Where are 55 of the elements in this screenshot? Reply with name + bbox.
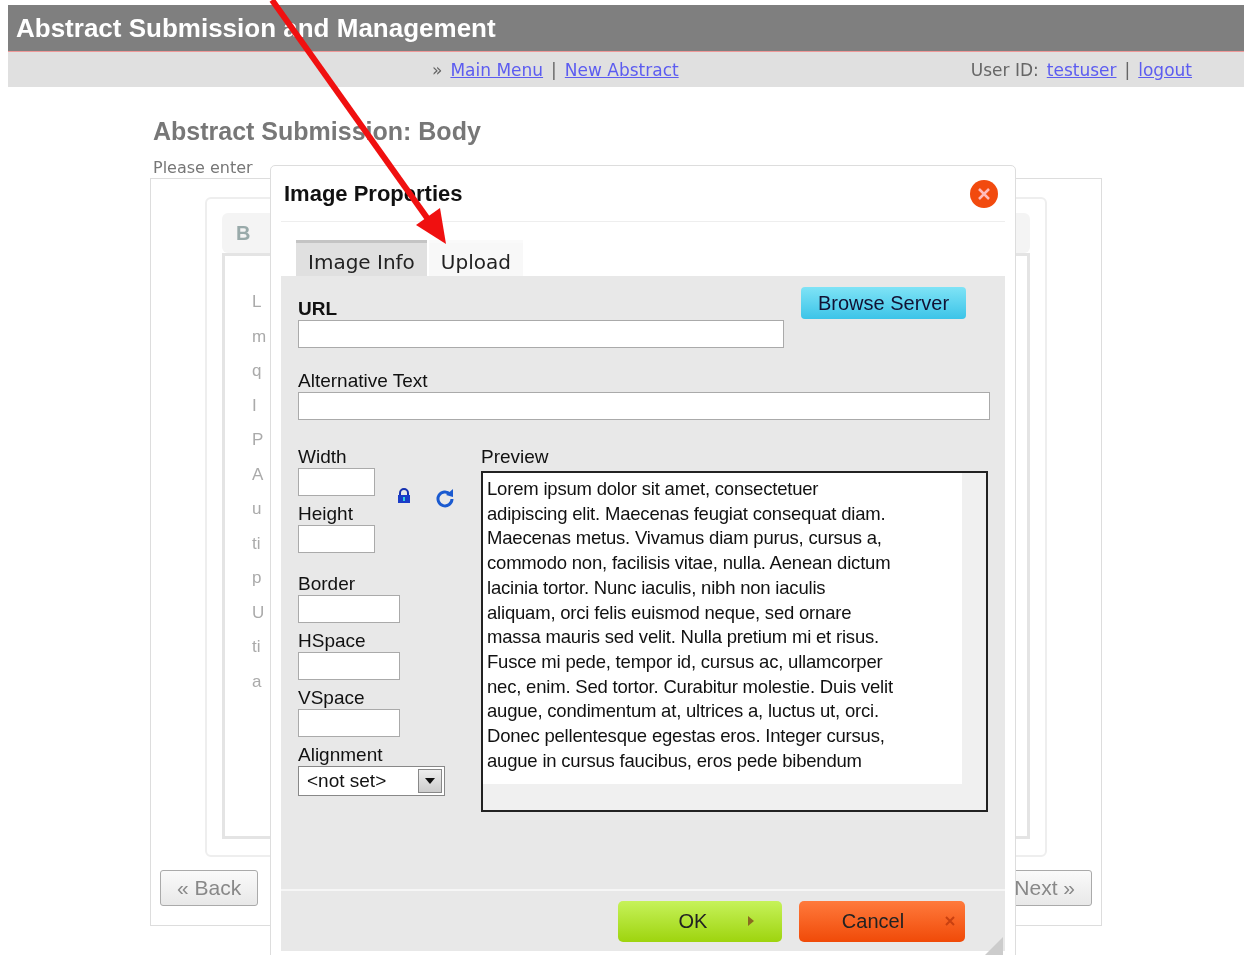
url-field[interactable] [298,320,784,348]
editor-text: ti [252,532,261,555]
horizontal-scrollbar[interactable] [483,784,986,810]
field-label: Alignment [298,744,384,766]
editor-text: ti [252,636,261,658]
bold-button[interactable]: B [236,221,251,245]
alignment-dropdown[interactable]: <not set> [298,766,445,796]
cross-icon [944,915,957,927]
tab[interactable]: Image Info [296,240,427,276]
caret-icon [747,915,756,927]
field-label: Height [298,503,354,525]
number-field[interactable] [298,468,375,496]
preview-text: Lorem ipsum dolor sit amet, consectetuer adipiscing elit. Maecenas feugiat consequat diam. Maecenas metus. Vivamus diam purus, cursus a, commodo non, facilisis vitae, nulla. Aenean dictum lacinia tortor. Nunc iaculis, nibh non iaculis aliquam, orci felis euismod neque, sed ornare massa mauris sed velit. Nulla pretium mi et risus. Fusce mi pede, tempor id, cursus ac, ullamcorper nec, enim. Sed tortor. Curabitur molestie. Duis velit augue, condimentum at, ultrices a, luctus ut, orci. Donec pellentesque egestas eros. Integer cursus, augue in cursus faucibus, eros pede bibendum [486,477,894,773]
cancel-button[interactable]: Cancel [799,900,965,942]
editor-text: U [252,601,265,624]
field-label: HSpace [298,630,367,652]
tab[interactable]: Upload [428,240,523,276]
resize-grip-icon[interactable] [985,937,1003,955]
nav-separator: | [551,59,557,80]
editor-text: m [252,325,267,348]
editor-text: I [252,394,257,417]
field-label: URL [298,298,339,320]
vertical-scrollbar[interactable] [962,473,986,784]
number-field[interactable] [298,525,375,553]
preview-label: Preview [481,446,550,468]
nav-link[interactable]: Main Menu [450,59,544,80]
editor-text: u [252,498,262,520]
close-icon[interactable] [969,178,999,209]
breadcrumb-marker: » [432,59,443,80]
lock-icon[interactable] [397,487,411,504]
logout-link[interactable]: logout [1138,59,1192,80]
field-label: Border [298,573,357,595]
field-label: VSpace [298,687,366,709]
username-link[interactable]: testuser [1046,59,1117,80]
browse-server-button[interactable]: Browse Server [801,287,966,319]
editor-text: A [252,463,264,486]
number-field[interactable] [298,709,400,737]
dropdown-arrow-icon [425,778,435,784]
refresh-icon[interactable] [435,487,455,508]
editor-text: P [252,429,264,451]
ok-button[interactable]: OK [618,900,782,942]
nav-link[interactable]: New Abstract [564,59,679,80]
number-field[interactable] [298,595,400,623]
number-field[interactable] [298,652,400,680]
editor-text: a [252,670,262,693]
alternative-text-field[interactable] [298,392,990,420]
back-button[interactable]: « Back [160,870,259,906]
editor-text: L [252,291,262,313]
editor-text: q [252,360,262,382]
field-label: Alternative Text [298,370,429,392]
instruction-text: Please enter [153,158,253,177]
user-id-label: User ID: [970,59,1039,80]
editor-text: p [252,567,262,589]
nav-separator: | [1124,59,1131,80]
field-label: Width [298,446,348,468]
